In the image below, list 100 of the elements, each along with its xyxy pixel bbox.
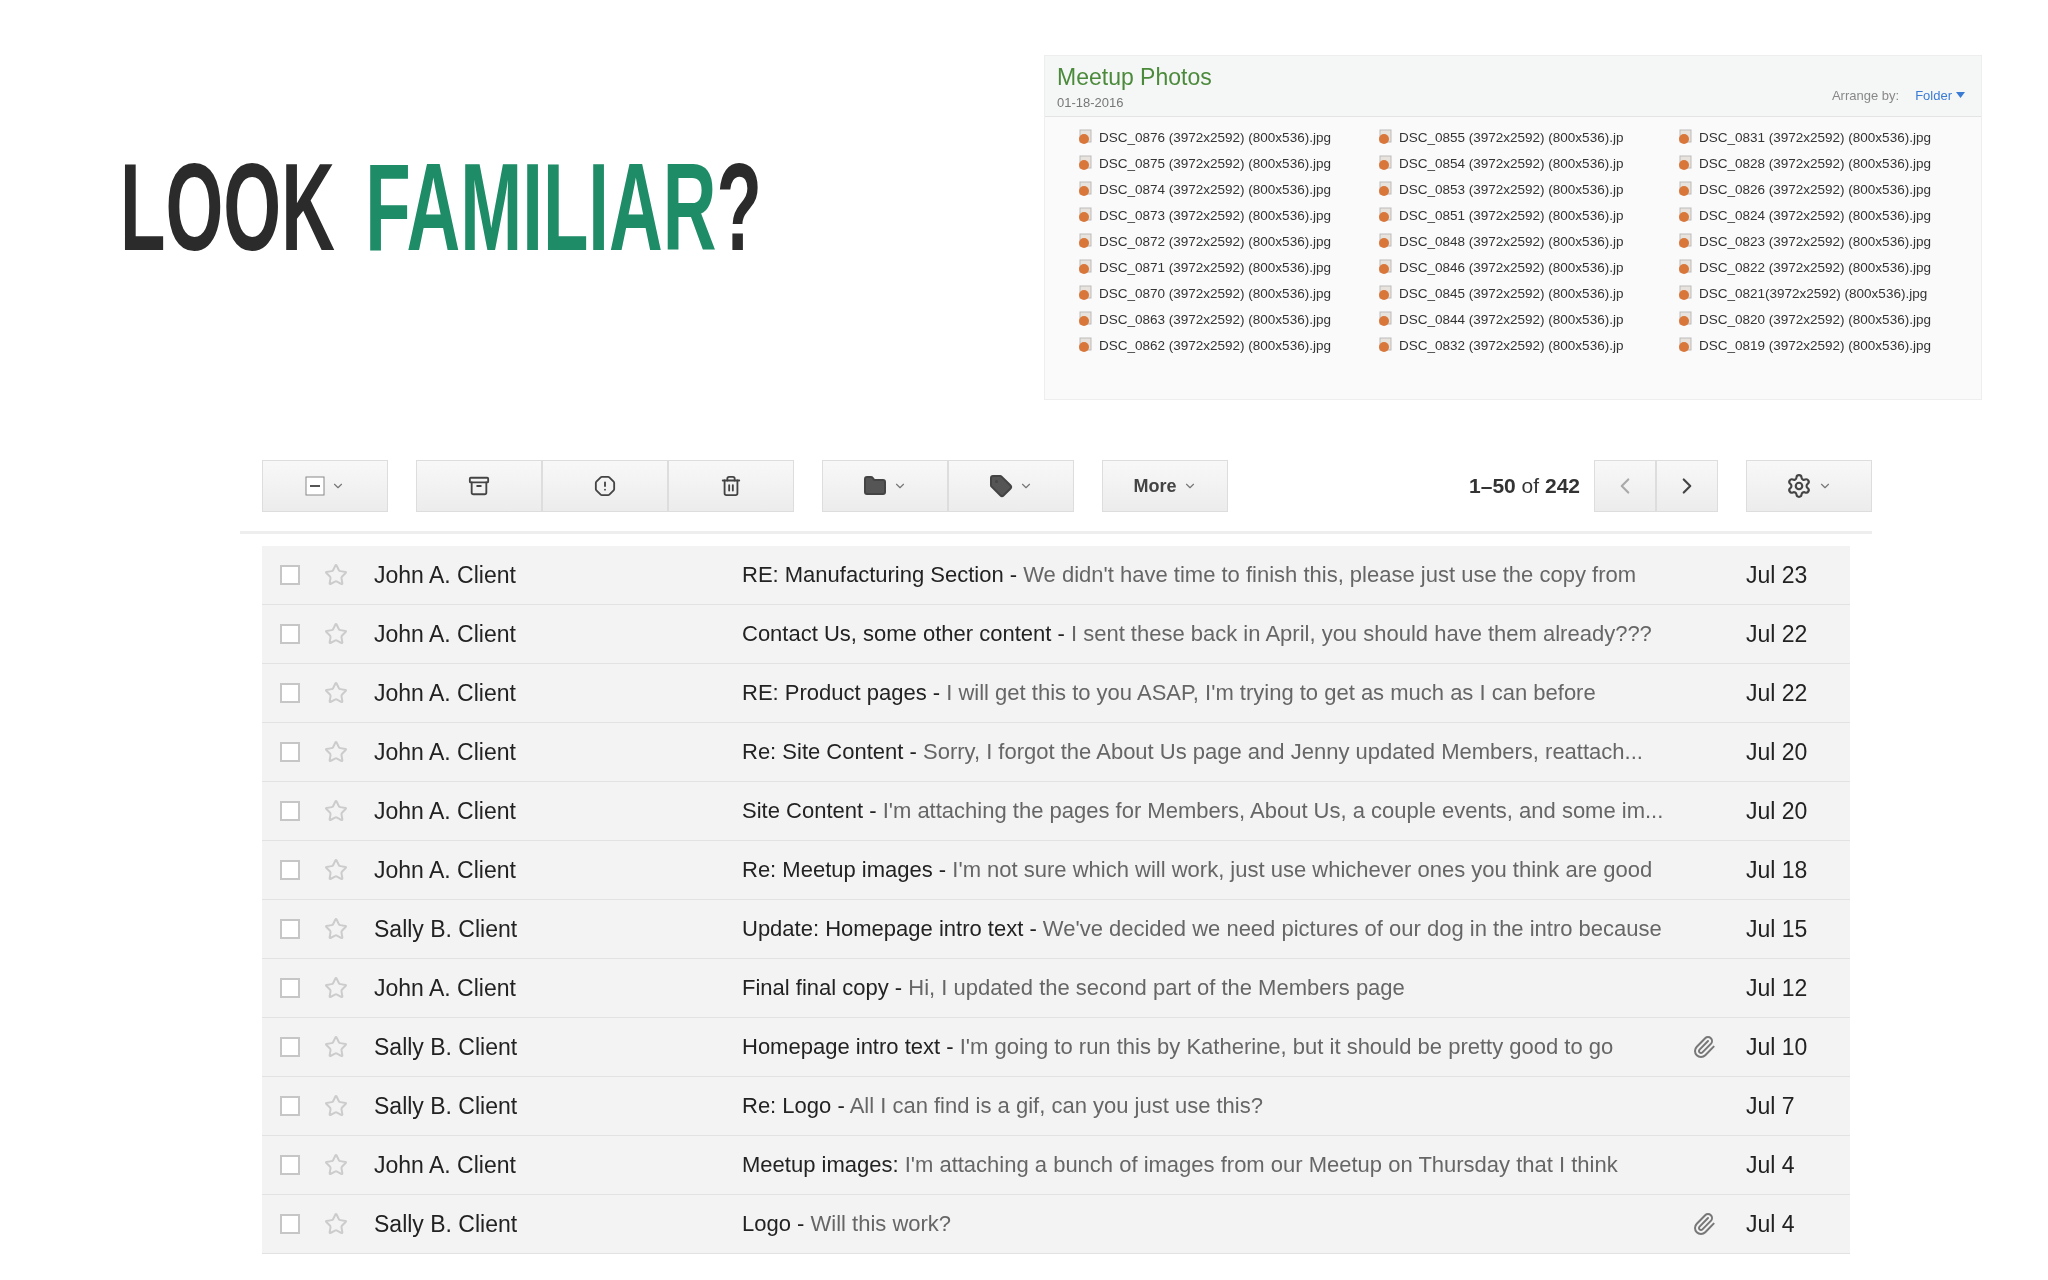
file-name[interactable]: DSC_0870 (3972x2592) (800x536).jpg <box>1099 285 1331 301</box>
email-row[interactable]: John A. Client Meetup images: I'm attaching a bunch of images from our Meetup on Thursday that I think Jul 4 <box>262 1136 1850 1195</box>
checkbox[interactable] <box>280 1037 300 1057</box>
email-row[interactable]: Sally B. Client Re: Logo - All I can find is a gif, can you just use this? Jul 7 <box>262 1077 1850 1136</box>
file-name[interactable]: DSC_0831 (3972x2592) (800x536).jpg <box>1699 129 1931 145</box>
star-icon[interactable] <box>324 622 348 646</box>
checkbox[interactable] <box>280 565 300 585</box>
checkbox[interactable] <box>280 978 300 998</box>
file-name[interactable]: DSC_0832 (3972x2592) (800x536).jp <box>1399 337 1624 353</box>
email-sender: Sally B. Client <box>374 1033 519 1061</box>
file-name[interactable]: DSC_0844 (3972x2592) (800x536).jp <box>1399 311 1624 327</box>
email-sender: John A. Client <box>374 856 517 884</box>
settings-button[interactable] <box>1746 460 1872 512</box>
email-date: Jul 15 <box>1746 915 1809 943</box>
image-file-icon <box>1377 155 1393 171</box>
email-row[interactable]: John A. Client Site Content - I'm attaching the pages for Members, About Us, a couple events, and some im... Jul 20 <box>262 782 1850 841</box>
star-icon[interactable] <box>324 976 348 1000</box>
star-icon[interactable] <box>324 1212 348 1236</box>
file-name[interactable]: DSC_0863 (3972x2592) (800x536).jpg <box>1099 311 1331 327</box>
email-row[interactable]: John A. Client Re: Meetup images - I'm not sure which will work, just use whichever ones you think are good Jul 18 <box>262 841 1850 900</box>
file-name[interactable]: DSC_0854 (3972x2592) (800x536).jp <box>1399 155 1624 171</box>
archive-button[interactable] <box>416 460 542 512</box>
checkbox[interactable] <box>280 624 300 644</box>
email-subject: Logo - Will this work? <box>742 1211 953 1237</box>
email-sender: John A. Client <box>374 561 517 589</box>
file-name[interactable]: DSC_0822 (3972x2592) (800x536).jpg <box>1699 259 1931 275</box>
label-button[interactable] <box>948 460 1074 512</box>
star-icon[interactable] <box>324 1153 348 1177</box>
move-button[interactable] <box>822 460 948 512</box>
file-name[interactable]: DSC_0876 (3972x2592) (800x536).jpg <box>1099 129 1331 145</box>
star-icon[interactable] <box>324 917 348 941</box>
file-name[interactable]: DSC_0871 (3972x2592) (800x536).jpg <box>1099 259 1331 275</box>
star-icon[interactable] <box>324 681 348 705</box>
file-name[interactable]: DSC_0819 (3972x2592) (800x536).jpg <box>1699 337 1931 353</box>
image-file-icon <box>1077 233 1093 249</box>
image-file-icon <box>1677 311 1693 327</box>
file-name[interactable]: DSC_0872 (3972x2592) (800x536).jpg <box>1099 233 1331 249</box>
headline: LOOK FAMILIAR? <box>120 145 763 269</box>
email-row[interactable]: Sally B. Client Homepage intro text - I'm going to run this by Katherine, but it should be pretty good to go Jul 10 <box>262 1018 1850 1077</box>
file-name[interactable]: DSC_0853 (3972x2592) (800x536).jp <box>1399 181 1624 197</box>
file-name[interactable]: DSC_0824 (3972x2592) (800x536).jpg <box>1699 207 1931 223</box>
email-sender: John A. Client <box>374 738 517 766</box>
checkbox[interactable] <box>280 1096 300 1116</box>
image-file-icon <box>1677 337 1693 353</box>
star-icon[interactable] <box>324 740 348 764</box>
star-icon[interactable] <box>324 1094 348 1118</box>
checkbox[interactable] <box>280 860 300 880</box>
star-icon[interactable] <box>324 799 348 823</box>
file-name[interactable]: DSC_0820 (3972x2592) (800x536).jpg <box>1699 311 1931 327</box>
arrange-dropdown[interactable]: Folder <box>1915 87 1965 103</box>
file-name[interactable]: DSC_0826 (3972x2592) (800x536).jpg <box>1699 181 1931 197</box>
file-name[interactable]: DSC_0828 (3972x2592) (800x536).jpg <box>1699 155 1931 171</box>
alert-icon <box>594 475 616 497</box>
checkbox[interactable] <box>280 919 300 939</box>
email-row[interactable]: John A. Client Final final copy - Hi, I updated the second part of the Members page Jul 12 <box>262 959 1850 1018</box>
image-file-icon <box>1377 233 1393 249</box>
star-icon[interactable] <box>324 563 348 587</box>
file-name[interactable]: DSC_0874 (3972x2592) (800x536).jpg <box>1099 181 1331 197</box>
checkbox[interactable] <box>280 742 300 762</box>
star-icon[interactable] <box>324 858 348 882</box>
previous-button[interactable] <box>1594 460 1656 512</box>
arrange-label: Arrange by: <box>1831 87 1900 103</box>
file-name[interactable]: DSC_0875 (3972x2592) (800x536).jpg <box>1099 155 1331 171</box>
image-file-icon <box>1677 285 1693 301</box>
email-row[interactable]: Sally B. Client Logo - Will this work? Jul 4 <box>262 1195 1850 1254</box>
email-sender: Sally B. Client <box>374 1210 519 1238</box>
checkbox[interactable] <box>280 1155 300 1175</box>
email-row[interactable]: John A. Client Re: Site Content - Sorry, I forgot the About Us page and Jenny updated Members, reattach... Jul 20 <box>262 723 1850 782</box>
image-file-icon <box>1077 181 1093 197</box>
more-button[interactable]: More <box>1102 460 1228 512</box>
file-name[interactable]: DSC_0851 (3972x2592) (800x536).jp <box>1399 207 1624 223</box>
file-name[interactable]: DSC_0873 (3972x2592) (800x536).jpg <box>1099 207 1331 223</box>
file-name[interactable]: DSC_0862 (3972x2592) (800x536).jpg <box>1099 337 1331 353</box>
trash-icon <box>720 475 742 497</box>
checkbox[interactable] <box>280 1214 300 1234</box>
file-name[interactable]: DSC_0846 (3972x2592) (800x536).jp <box>1399 259 1624 275</box>
checkbox[interactable] <box>280 801 300 821</box>
checkbox[interactable] <box>280 683 300 703</box>
next-button[interactable] <box>1656 460 1718 512</box>
email-row[interactable]: Sally B. Client Update: Homepage intro text - We've decided we need pictures of our dog in the intro because Jul 15 <box>262 900 1850 959</box>
file-name[interactable]: DSC_0821(3972x2592) (800x536).jpg <box>1699 285 1928 301</box>
email-date: Jul 4 <box>1746 1210 1796 1238</box>
email-subject: Site Content - I'm attaching the pages for Members, About Us, a couple events, and some im... <box>742 798 1665 824</box>
panel-title: Meetup Photos <box>1057 64 1212 91</box>
delete-button[interactable] <box>668 460 794 512</box>
email-row[interactable]: John A. Client RE: Manufacturing Section - We didn't have time to finish this, please just use the copy from Jul 23 <box>262 546 1850 605</box>
select-button[interactable] <box>262 460 388 512</box>
star-icon[interactable] <box>324 1035 348 1059</box>
email-sender: John A. Client <box>374 1151 517 1179</box>
file-name[interactable]: DSC_0845 (3972x2592) (800x536).jp <box>1399 285 1624 301</box>
email-row[interactable]: John A. Client RE: Product pages - I will get this to you ASAP, I'm trying to get as much as I can before Jul 22 <box>262 664 1850 723</box>
file-name[interactable]: DSC_0848 (3972x2592) (800x536).jp <box>1399 233 1624 249</box>
file-name[interactable]: DSC_0855 (3972x2592) (800x536).jp <box>1399 129 1624 145</box>
file-name[interactable]: DSC_0823 (3972x2592) (800x536).jpg <box>1699 233 1931 249</box>
email-sender: Sally B. Client <box>374 1092 519 1120</box>
spam-button[interactable] <box>542 460 668 512</box>
image-file-icon <box>1677 259 1693 275</box>
email-date: Jul 4 <box>1746 1151 1796 1179</box>
archive-icon <box>468 475 490 497</box>
email-row[interactable]: John A. Client Contact Us, some other content - I sent these back in April, you should have them already??? Jul 22 <box>262 605 1850 664</box>
